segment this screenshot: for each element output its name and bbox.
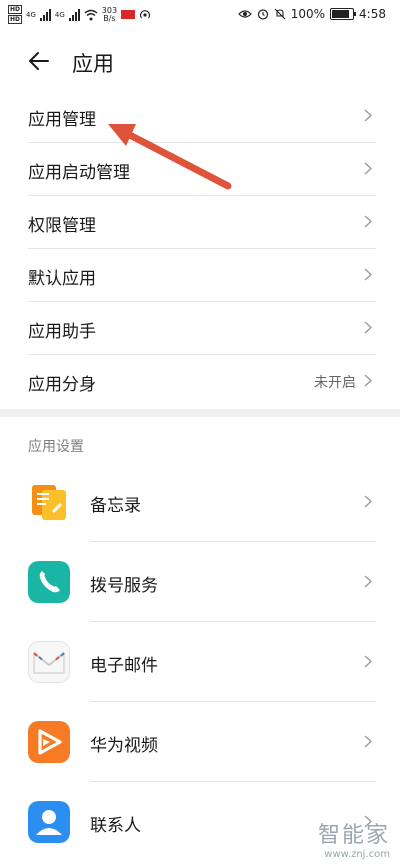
watermark: 智能家 www.znj.com [318, 817, 390, 860]
video-icon [28, 721, 70, 763]
chevron-right-icon [364, 215, 372, 228]
net-type-2: 4G [54, 10, 65, 19]
notification-app-icon [121, 10, 136, 19]
status-left: HD HD 4G 4G 303 B/s [8, 5, 151, 24]
alarm-icon [257, 9, 268, 20]
memo-icon [32, 485, 66, 520]
settings-item-label: 应用启动管理 [28, 163, 130, 183]
chevron-right-icon [364, 655, 372, 668]
app-twin-status: 未开启 [314, 375, 356, 391]
hotspot-icon [139, 9, 151, 18]
settings-item-default-apps[interactable]: 默认应用 [0, 249, 400, 302]
app-item-email[interactable]: 电子邮件 [0, 622, 400, 702]
net-type-1: 4G [26, 10, 36, 19]
hd-badges: HD HD [8, 5, 23, 24]
settings-list: 应用管理 应用启动管理 权限管理 默认应用 应用助手 应用分身 未开启 [0, 90, 400, 408]
app-item-huawei-video[interactable]: 华为视频 [0, 702, 400, 782]
watermark-url: www.znj.com [324, 849, 390, 860]
back-arrow-icon[interactable] [26, 48, 52, 74]
phone-icon [28, 561, 70, 603]
app-settings-list: 备忘录 拨号服务 电子邮件 华为视频 联系人 [0, 462, 400, 862]
settings-item-app-management[interactable]: 应用管理 [0, 90, 400, 143]
settings-item-label: 应用分身 [28, 375, 96, 395]
chevron-right-icon [364, 495, 372, 508]
app-item-memo[interactable]: 备忘录 [0, 462, 400, 542]
hd-badge-1: HD [8, 5, 23, 14]
status-bar: HD HD 4G 4G 303 B/s 100% 4:58 [0, 0, 400, 30]
chevron-right-icon [364, 735, 372, 748]
settings-item-app-twin[interactable]: 应用分身 未开启 [0, 355, 400, 408]
signal-icon-1 [39, 8, 51, 21]
signal-icon-2 [68, 8, 80, 21]
app-item-label: 华为视频 [90, 736, 158, 756]
settings-item-label: 默认应用 [28, 269, 96, 289]
settings-item-label: 应用助手 [28, 322, 96, 342]
app-item-label: 拨号服务 [90, 576, 158, 596]
mute-icon [274, 8, 286, 20]
chevron-right-icon [364, 374, 372, 387]
section-title: 应用设置 [28, 439, 84, 455]
chevron-right-icon [364, 162, 372, 175]
app-header: 应用 [0, 38, 400, 84]
email-icon [28, 641, 70, 683]
eye-comfort-icon [237, 10, 252, 18]
settings-item-startup-management[interactable]: 应用启动管理 [0, 143, 400, 196]
net-speed-unit: B/s [103, 13, 116, 23]
app-item-label: 备忘录 [90, 496, 141, 516]
net-speed: 303 B/s [102, 6, 117, 23]
wifi-icon [84, 9, 98, 20]
status-right: 100% 4:58 [237, 7, 386, 21]
app-item-dialer[interactable]: 拨号服务 [0, 542, 400, 622]
chevron-right-icon [364, 575, 372, 588]
clock-time: 4:58 [359, 7, 386, 21]
settings-item-app-assistant[interactable]: 应用助手 [0, 302, 400, 355]
watermark-brand: 智能家 [317, 823, 390, 848]
chevron-right-icon [364, 321, 372, 334]
chevron-right-icon [364, 109, 372, 122]
chevron-right-icon [364, 268, 372, 281]
section-gap [0, 409, 400, 417]
page-title: 应用 [72, 52, 114, 76]
battery-percent: 100% [290, 7, 326, 21]
settings-item-label: 权限管理 [28, 216, 96, 236]
settings-item-permission-management[interactable]: 权限管理 [0, 196, 400, 249]
battery-icon [330, 8, 357, 20]
hd-badge-2: HD [8, 15, 23, 24]
settings-item-label: 应用管理 [28, 110, 96, 130]
app-item-label: 联系人 [90, 816, 141, 836]
app-item-label: 电子邮件 [90, 656, 158, 676]
contacts-icon [28, 801, 70, 843]
